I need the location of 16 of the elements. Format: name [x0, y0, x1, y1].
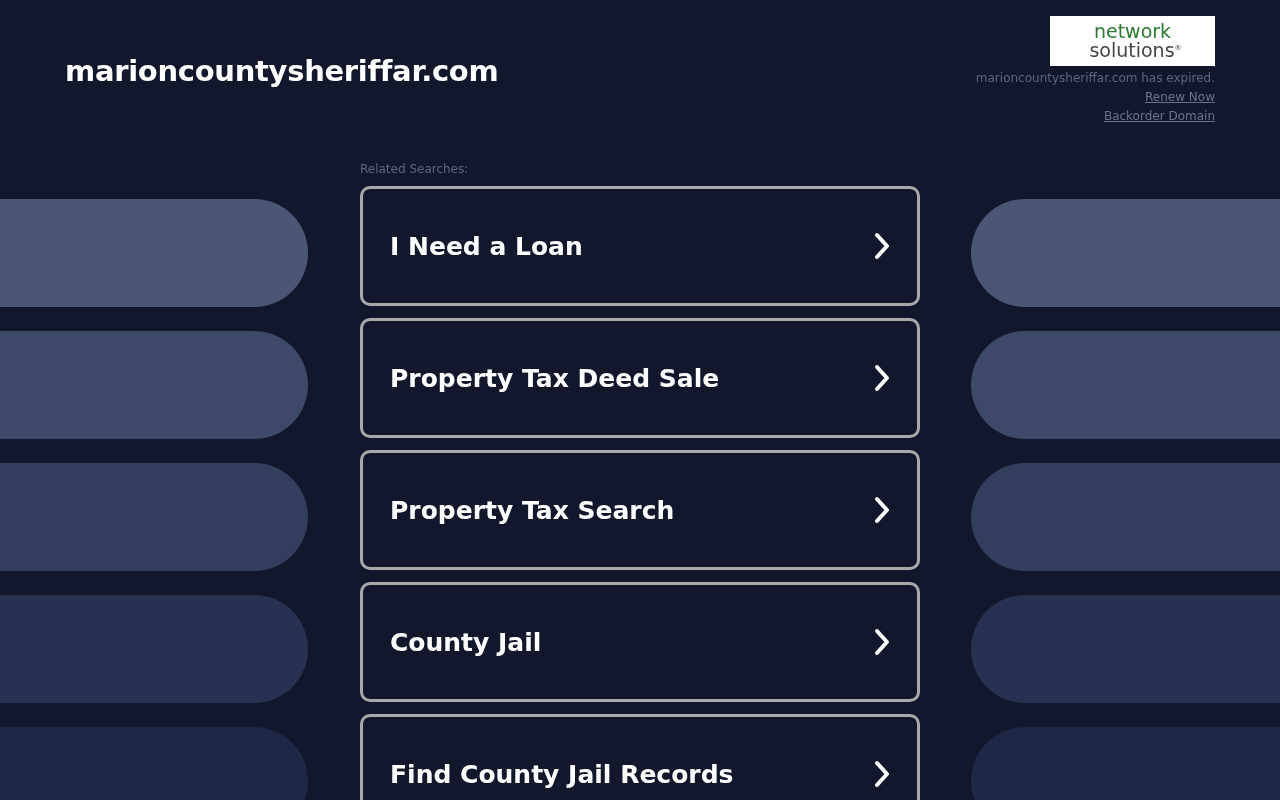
expired-notice: marioncountysheriffar.com has expired.	[975, 71, 1215, 85]
chevron-right-icon	[874, 496, 890, 524]
search-link[interactable]: County Jail	[360, 582, 920, 702]
search-link[interactable]: Property Tax Search	[360, 450, 920, 570]
domain-title: marioncountysheriffar.com	[65, 54, 499, 88]
related-searches-heading: Related Searches:	[360, 162, 470, 176]
chevron-right-icon	[874, 364, 890, 392]
domain-link[interactable]: Backorder Domain	[1103, 109, 1215, 123]
search-link[interactable]: Find County Jail Records	[360, 714, 920, 800]
domain-link[interactable]: Renew Now	[1145, 90, 1215, 104]
search-link[interactable]: I Need a Loan	[360, 186, 920, 306]
search-link[interactable]: Property Tax Deed Sale	[360, 318, 920, 438]
chevron-right-icon	[874, 760, 890, 788]
network-solutions-logo[interactable]: network solutions$^{®}$	[1050, 16, 1215, 66]
chevron-right-icon	[874, 628, 890, 656]
chevron-right-icon	[874, 232, 890, 260]
